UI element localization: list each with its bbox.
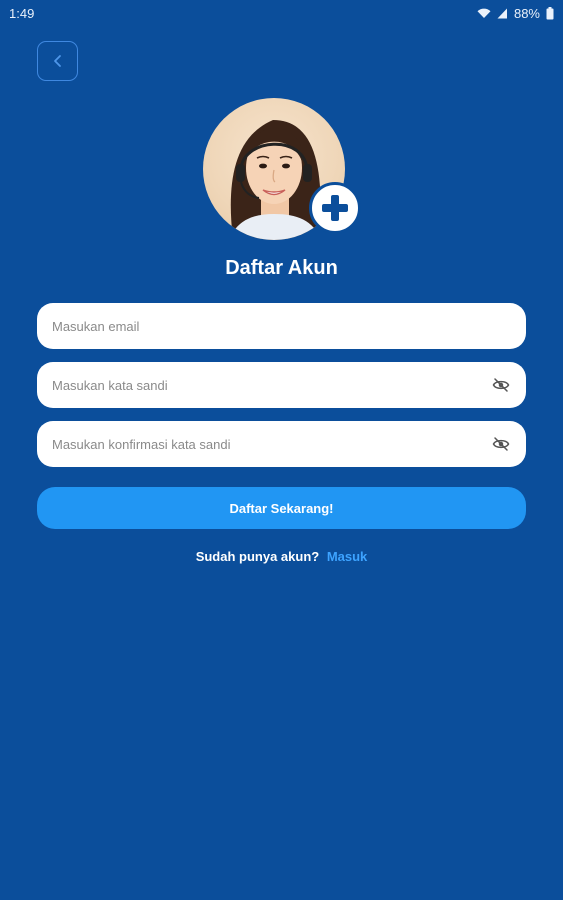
status-bar: 1:49 88% <box>0 0 563 26</box>
add-photo-button[interactable] <box>309 182 361 234</box>
confirm-password-field[interactable] <box>37 421 526 467</box>
confirm-password-input[interactable] <box>52 436 491 452</box>
status-time: 1:49 <box>9 5 35 21</box>
status-icons: 88% <box>477 6 554 21</box>
wifi-icon <box>477 8 491 18</box>
avatar-section <box>203 98 363 240</box>
login-prompt: Sudah punya akun? Masuk <box>0 549 563 564</box>
eye-off-icon <box>492 437 510 451</box>
eye-off-icon <box>492 378 510 392</box>
password-input[interactable] <box>52 377 491 393</box>
email-input[interactable] <box>52 318 511 334</box>
signal-icon <box>497 8 507 18</box>
register-button[interactable]: Daftar Sekarang! <box>37 487 526 529</box>
password-field[interactable] <box>37 362 526 408</box>
chevron-left-icon <box>53 55 61 67</box>
register-screen: 1:49 88% Daftar Akun Masukan email Dafta… <box>0 0 563 900</box>
email-field[interactable] <box>37 303 526 349</box>
login-link[interactable]: Masuk <box>327 549 367 564</box>
password-visibility-toggle[interactable] <box>491 375 511 395</box>
battery-icon <box>546 6 554 19</box>
confirm-password-visibility-toggle[interactable] <box>491 434 511 454</box>
page-title: Daftar Akun <box>225 257 338 279</box>
login-prompt-text: Sudah punya akun? <box>195 549 320 564</box>
plus-icon <box>322 195 348 221</box>
battery-percentage: 88% <box>513 5 540 21</box>
back-button[interactable] <box>37 41 78 81</box>
